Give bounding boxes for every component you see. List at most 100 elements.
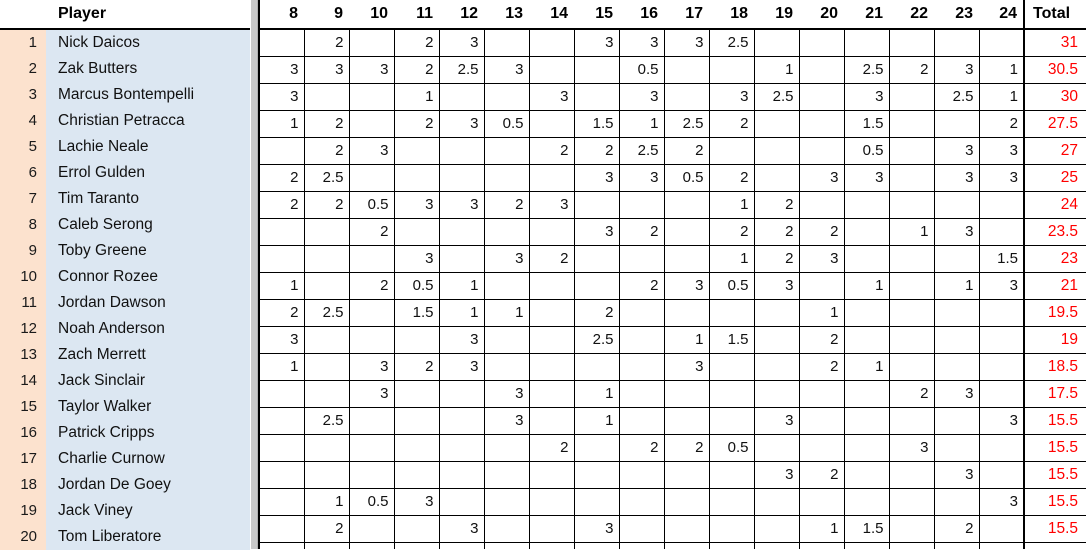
vote-cell-r13-round24[interactable] [978,353,1025,381]
table-row[interactable]: 1 0.5 3 3 15.5 [258,488,1086,516]
vote-cell-r16-round17[interactable]: 2 [663,434,710,462]
vote-cell-r5-round24[interactable]: 3 [978,137,1025,165]
vote-cell-r8-round11[interactable] [393,218,440,246]
vote-cell-r10-round14[interactable] [528,272,575,300]
vote-cell-r9-round14[interactable]: 2 [528,245,575,273]
table-row[interactable]: 2 2.5 1.5 1 1 2 1 19.5 [258,299,1086,327]
vote-cell-r7-round20[interactable] [798,191,845,219]
total-cell-r13[interactable]: 18.5 [1023,353,1086,381]
total-cell-r1[interactable]: 31 [1023,28,1086,57]
table-row[interactable]: 11 Jordan Dawson [0,290,250,316]
rank-cell[interactable]: 17 [0,446,46,472]
player-name-cell[interactable]: Jack Sinclair [46,368,250,394]
vote-cell-r6-round12[interactable] [438,164,485,192]
vote-cell-r17-round10[interactable] [348,461,395,489]
vote-cell-r11-round15[interactable]: 2 [573,299,620,327]
rank-cell[interactable]: 16 [0,420,46,446]
vote-cell-r12-round18[interactable]: 1.5 [708,326,755,354]
round-header-9[interactable]: 9 [304,0,349,30]
vote-cell-r15-round12[interactable] [438,407,485,435]
vote-cell-r19-round20[interactable]: 1 [798,515,845,543]
vote-cell-r9-round23[interactable] [933,245,980,273]
vote-cell-r18-round16[interactable] [618,488,665,516]
vote-cell-r6-round10[interactable] [348,164,395,192]
table-row[interactable]: 2 3 3 1 1.5 2 15.5 [258,515,1086,543]
rank-cell[interactable]: 18 [0,472,46,498]
vote-cell-r5-round9[interactable]: 2 [303,137,350,165]
vote-cell-r17-round24[interactable] [978,461,1025,489]
vote-cell-r11-round24[interactable] [978,299,1025,327]
player-name-cell[interactable]: Lachie Neale [46,134,250,160]
vote-cell-r7-round19[interactable]: 2 [753,191,800,219]
vote-cell-r10-round9[interactable] [303,272,350,300]
player-name-cell[interactable]: Christian Petracca [46,108,250,134]
table-row[interactable]: 16 Patrick Cripps [0,420,250,446]
vote-cell-r10-round17[interactable]: 3 [663,272,710,300]
vote-cell-r3-round18[interactable]: 3 [708,83,755,111]
vote-cell-r4-round11[interactable]: 2 [393,110,440,138]
vote-cell-r8-round19[interactable]: 2 [753,218,800,246]
table-row[interactable]: 2 2.5 3 3 0.5 2 3 3 3 3 25 [258,164,1086,192]
vote-cell-r12-round14[interactable] [528,326,575,354]
vote-cell-r9-round16[interactable] [618,245,665,273]
vote-cell-r20-round9[interactable]: 3 [303,542,350,549]
table-row[interactable]: 5 Lachie Neale [0,134,250,160]
vote-cell-r13-round9[interactable] [303,353,350,381]
vote-cell-r13-round17[interactable]: 3 [663,353,710,381]
player-name-cell[interactable]: Jack Viney [46,498,250,524]
vote-cell-r2-round13[interactable]: 3 [483,56,530,84]
vote-cell-r3-round21[interactable]: 3 [843,83,890,111]
vote-cell-r19-round17[interactable] [663,515,710,543]
table-row[interactable]: 17 Charlie Curnow [0,446,250,472]
vote-cell-r10-round13[interactable] [483,272,530,300]
vote-cell-r7-round11[interactable]: 3 [393,191,440,219]
vote-cell-r14-round22[interactable]: 2 [888,380,935,408]
vote-cell-r8-round22[interactable]: 1 [888,218,935,246]
vote-cell-r17-round17[interactable] [663,461,710,489]
vote-cell-r5-round21[interactable]: 0.5 [843,137,890,165]
vote-cell-r9-round12[interactable] [438,245,485,273]
vote-cell-r2-round15[interactable] [573,56,620,84]
vote-cell-r19-round14[interactable] [528,515,575,543]
vote-cell-r18-round14[interactable] [528,488,575,516]
vote-cell-r10-round16[interactable]: 2 [618,272,665,300]
table-row[interactable]: 30.5 2 2.5 2 2.5 14.5 [258,542,1086,549]
vote-cell-r11-round17[interactable] [663,299,710,327]
vote-cell-r20-round8[interactable] [258,542,305,549]
total-cell-r12[interactable]: 19 [1023,326,1086,354]
vote-cell-r1-round18[interactable]: 2.5 [708,28,755,57]
vote-cell-r17-round16[interactable] [618,461,665,489]
vote-cell-r11-round23[interactable] [933,299,980,327]
vote-cell-r4-round18[interactable]: 2 [708,110,755,138]
vote-cell-r5-round23[interactable]: 3 [933,137,980,165]
vote-cell-r5-round8[interactable] [258,137,305,165]
vote-cell-r11-round22[interactable] [888,299,935,327]
vote-cell-r16-round20[interactable] [798,434,845,462]
vote-cell-r17-round9[interactable] [303,461,350,489]
rank-cell[interactable]: 15 [0,394,46,420]
vote-cell-r10-round24[interactable]: 3 [978,272,1025,300]
rank-cell[interactable]: 12 [0,316,46,342]
vote-cell-r18-round18[interactable] [708,488,755,516]
vote-cell-r6-round13[interactable] [483,164,530,192]
vote-cell-r8-round17[interactable] [663,218,710,246]
table-row[interactable]: 1 2 2 3 0.5 1.5 1 2.5 2 1.5 2 27.5 [258,110,1086,138]
vote-cell-r20-round15[interactable] [573,542,620,549]
vote-cell-r5-round12[interactable] [438,137,485,165]
vote-cell-r2-round10[interactable]: 3 [348,56,395,84]
vote-cell-r20-round16[interactable] [618,542,665,549]
table-row[interactable]: 15 Taylor Walker [0,394,250,420]
vote-cell-r17-round8[interactable] [258,461,305,489]
vote-cell-r7-round21[interactable] [843,191,890,219]
rank-cell[interactable]: 19 [0,498,46,524]
vote-cell-r3-round23[interactable]: 2.5 [933,83,980,111]
vote-cell-r18-round19[interactable] [753,488,800,516]
vote-cell-r14-round11[interactable] [393,380,440,408]
vote-cell-r6-round17[interactable]: 0.5 [663,164,710,192]
vote-cell-r12-round11[interactable] [393,326,440,354]
vote-cell-r5-round15[interactable]: 2 [573,137,620,165]
vote-cell-r9-round18[interactable]: 1 [708,245,755,273]
round-header-13[interactable]: 13 [484,0,529,30]
vote-cell-r16-round13[interactable] [483,434,530,462]
vote-cell-r7-round9[interactable]: 2 [303,191,350,219]
